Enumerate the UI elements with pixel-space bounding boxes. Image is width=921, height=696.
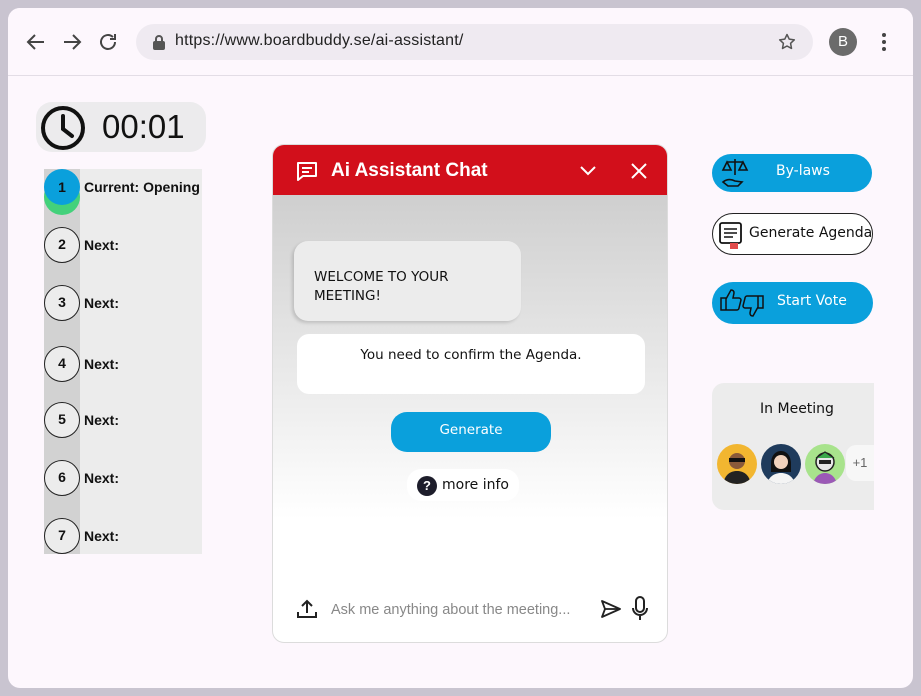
timer-value: 00:01: [102, 108, 185, 145]
agenda-step[interactable]: 4 Next:: [44, 346, 202, 382]
in-meeting-panel: In Meeting +1: [712, 383, 874, 510]
scales-hand-icon: [721, 159, 749, 187]
participant-avatar[interactable]: [717, 444, 757, 484]
extra-participants-count[interactable]: +1: [846, 445, 874, 481]
forward-arrow-icon[interactable]: [60, 30, 84, 54]
step-number: 4: [44, 346, 80, 382]
reload-icon[interactable]: [96, 30, 120, 54]
agenda-step[interactable]: 5 Next:: [44, 402, 202, 438]
step-number: 1: [44, 169, 80, 205]
bookmark-star-icon[interactable]: [777, 32, 797, 52]
step-label: Current: Opening: [84, 179, 200, 195]
generate-agenda-button[interactable]: Generate Agenda: [712, 213, 873, 255]
generate-agenda-label: Generate Agenda: [749, 225, 873, 241]
back-arrow-icon[interactable]: [24, 30, 48, 54]
browser-toolbar: https://www.boardbuddy.se/ai-assistant/ …: [8, 8, 913, 76]
ai-chat-panel: Ai Assistant Chat WELCOME TO YOUR MEETIN…: [272, 144, 668, 643]
thumbs-up-down-icon: [720, 289, 764, 317]
url-text: https://www.boardbuddy.se/ai-assistant/: [175, 32, 464, 49]
step-label: Next:: [84, 295, 120, 311]
step-number: 3: [44, 285, 80, 321]
bylaws-button[interactable]: By-laws: [712, 154, 872, 192]
generate-button[interactable]: Generate: [391, 412, 551, 452]
chat-input-bar: Ask me anything about the meeting...: [273, 585, 667, 635]
agenda-steps: 1 Current: Opening 2 Next: 3 Next: 4 Nex…: [44, 169, 202, 554]
assistant-message-text: You need to confirm the Agenda.: [360, 347, 582, 363]
lock-icon: [153, 35, 165, 50]
step-label: Next:: [84, 356, 120, 372]
step-label: Next:: [84, 237, 120, 253]
step-label: Next:: [84, 528, 120, 544]
assistant-message: You need to confirm the Agenda.: [297, 334, 645, 394]
agenda-step[interactable]: 2 Next:: [44, 227, 202, 263]
more-info-button[interactable]: ? more info: [407, 469, 519, 501]
bylaws-label: By-laws: [776, 163, 830, 179]
step-number: 6: [44, 460, 80, 496]
agenda-step[interactable]: 7 Next:: [44, 518, 202, 554]
in-meeting-label: In Meeting: [760, 401, 834, 417]
profile-avatar[interactable]: B: [829, 28, 857, 56]
clock-icon: [41, 106, 85, 150]
upload-icon[interactable]: [295, 597, 319, 621]
chat-title: Ai Assistant Chat: [331, 160, 488, 181]
browser-window: https://www.boardbuddy.se/ai-assistant/ …: [8, 8, 913, 688]
chevron-down-icon[interactable]: [579, 163, 597, 177]
agenda-step[interactable]: 6 Next:: [44, 460, 202, 496]
more-info-label: more info: [442, 477, 509, 493]
step-number: 7: [44, 518, 80, 554]
chat-messages: WELCOME TO YOUR MEETING! You need to con…: [273, 195, 667, 555]
agenda-step[interactable]: 3 Next:: [44, 285, 202, 321]
agenda-document-icon: [719, 222, 742, 249]
more-menu-icon[interactable]: [881, 32, 887, 52]
welcome-message: WELCOME TO YOUR MEETING!: [294, 241, 521, 321]
step-number: 5: [44, 402, 80, 438]
start-vote-button[interactable]: Start Vote: [712, 282, 873, 324]
close-icon[interactable]: [631, 163, 647, 179]
participant-avatar[interactable]: [805, 444, 845, 484]
start-vote-label: Start Vote: [777, 293, 847, 309]
welcome-text: WELCOME TO YOUR MEETING!: [314, 269, 449, 304]
address-bar[interactable]: https://www.boardbuddy.se/ai-assistant/: [136, 24, 813, 60]
send-icon[interactable]: [601, 600, 621, 618]
chat-input-field[interactable]: Ask me anything about the meeting...: [331, 602, 570, 618]
microphone-icon[interactable]: [631, 596, 649, 622]
step-label: Next:: [84, 412, 120, 428]
participant-avatar[interactable]: [761, 444, 801, 484]
device-frame: https://www.boardbuddy.se/ai-assistant/ …: [0, 0, 921, 696]
step-label: Next:: [84, 470, 120, 486]
question-icon: ?: [417, 476, 437, 496]
step-number: 2: [44, 227, 80, 263]
chat-bubble-icon: [297, 162, 317, 181]
chat-header: Ai Assistant Chat: [273, 145, 667, 195]
agenda-step[interactable]: 1 Current: Opening: [44, 169, 202, 205]
meeting-timer: 00:01: [36, 102, 206, 152]
